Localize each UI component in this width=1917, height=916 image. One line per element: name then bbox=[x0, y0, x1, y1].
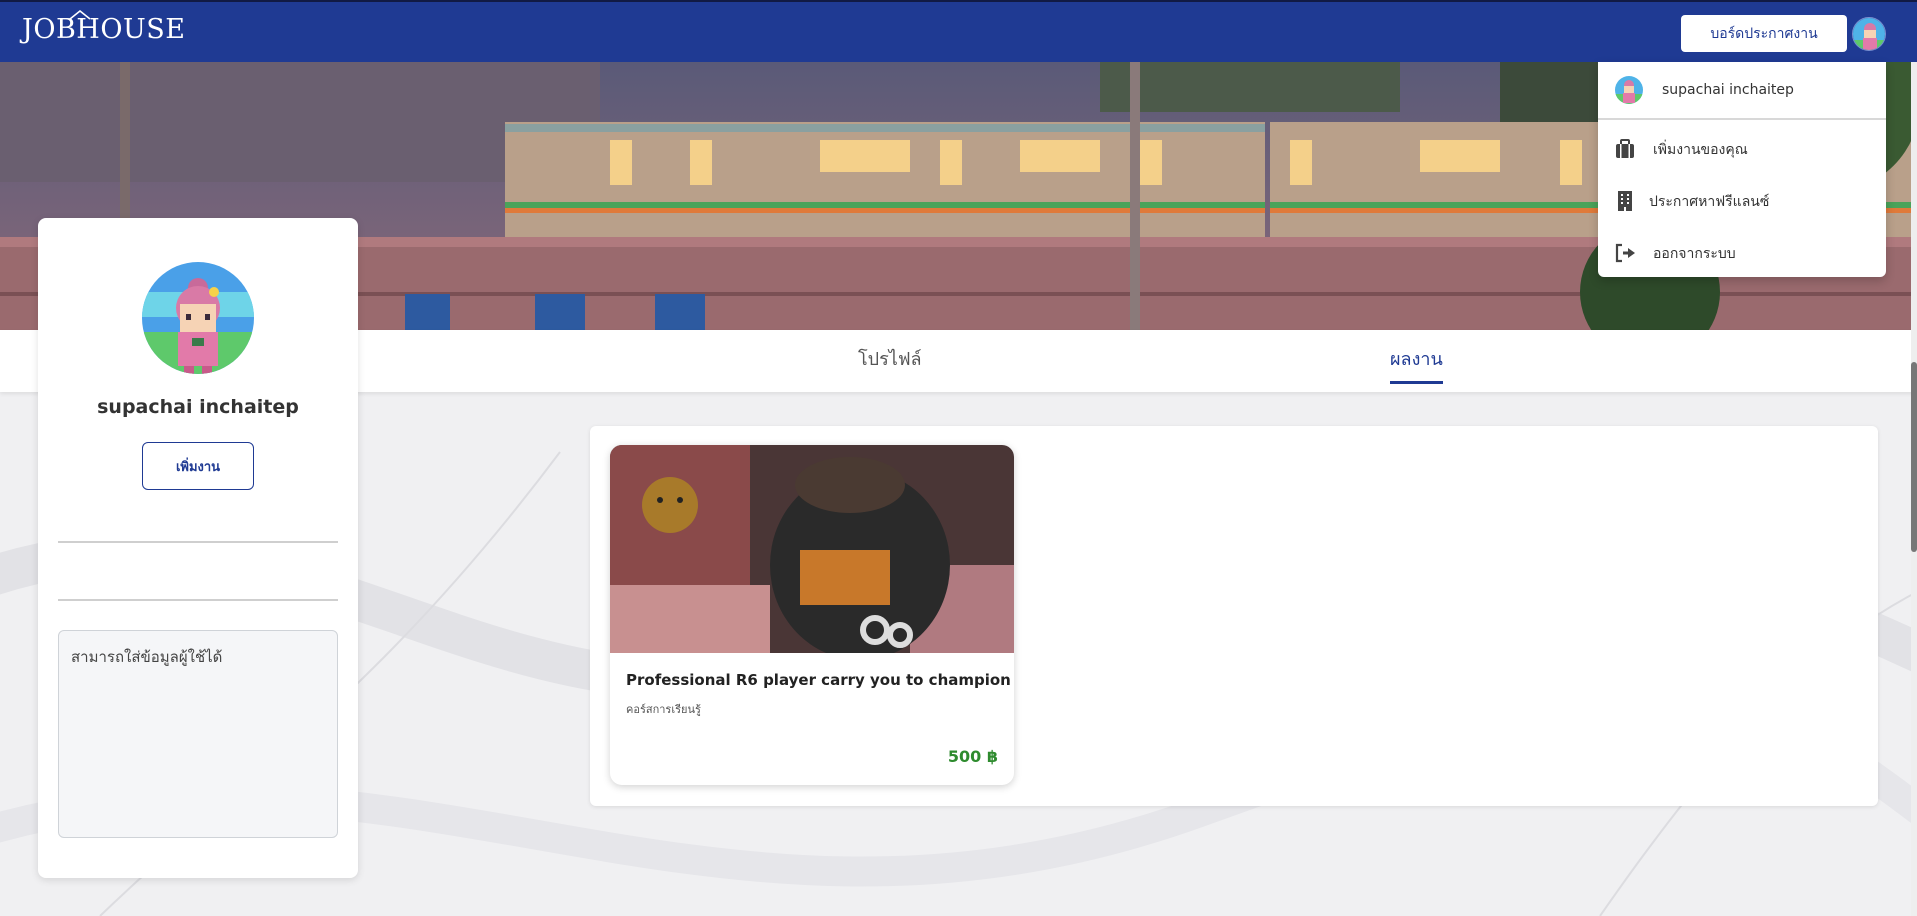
avatar bbox=[142, 262, 254, 374]
roof-icon bbox=[69, 10, 91, 20]
bio-textarea[interactable]: สามารถใส่ข้อมูลผู้ใช้ได้ bbox=[58, 630, 338, 838]
user-avatar-button[interactable] bbox=[1852, 17, 1886, 51]
profile-name: supachai inchaitep bbox=[97, 396, 299, 418]
work-card[interactable]: Professional R6 player carry you to cham… bbox=[610, 445, 1014, 785]
work-thumbnail bbox=[610, 445, 1014, 653]
works-panel: Professional R6 player carry you to cham… bbox=[590, 426, 1878, 806]
building-icon bbox=[1618, 191, 1632, 211]
job-board-button[interactable]: บอร์ดประกาศงาน bbox=[1681, 15, 1847, 52]
menu-item-label: ประกาศหาฟรีแลนซ์ bbox=[1649, 194, 1770, 210]
add-work-button[interactable]: เพิ่มงาน bbox=[142, 442, 254, 490]
tab-profile[interactable]: โปรไฟล์ bbox=[858, 344, 922, 381]
jobhouse-logo[interactable]: JOBHOUSE bbox=[22, 10, 186, 45]
menu-item-label: ออกจากระบบ bbox=[1653, 246, 1736, 262]
work-price: 500 ฿ bbox=[947, 747, 998, 766]
menu-item-logout[interactable]: ออกจากระบบ bbox=[1598, 228, 1886, 276]
dropdown-user-profile[interactable]: supachai inchaitep bbox=[1598, 62, 1886, 120]
avatar bbox=[1615, 76, 1643, 104]
divider bbox=[58, 541, 338, 543]
menu-item-post-freelance[interactable]: ประกาศหาฟรีแลนซ์ bbox=[1598, 176, 1886, 224]
top-navbar: JOBHOUSE บอร์ดประกาศงาน bbox=[0, 0, 1917, 62]
menu-item-add-work[interactable]: เพิ่มงานของคุณ bbox=[1598, 124, 1886, 172]
logout-icon bbox=[1615, 243, 1635, 263]
user-dropdown-menu: supachai inchaitep เพิ่มงานของคุณ ประกาศ… bbox=[1598, 62, 1886, 277]
menu-item-label: เพิ่มงานของคุณ bbox=[1653, 142, 1748, 158]
scrollbar-thumb[interactable] bbox=[1911, 362, 1917, 552]
tab-works[interactable]: ผลงาน bbox=[1390, 344, 1443, 384]
page-scrollbar[interactable] bbox=[1911, 62, 1917, 916]
divider bbox=[58, 599, 338, 601]
profile-card: supachai inchaitep เพิ่มงาน สามารถใส่ข้อ… bbox=[38, 218, 358, 878]
logo-text: JOBHOUSE bbox=[22, 14, 186, 45]
work-title: Professional R6 player carry you to cham… bbox=[626, 671, 1011, 689]
dropdown-user-name: supachai inchaitep bbox=[1662, 82, 1794, 98]
briefcase-icon bbox=[1616, 139, 1634, 158]
work-category: คอร์สการเรียนรู้ bbox=[626, 703, 701, 716]
